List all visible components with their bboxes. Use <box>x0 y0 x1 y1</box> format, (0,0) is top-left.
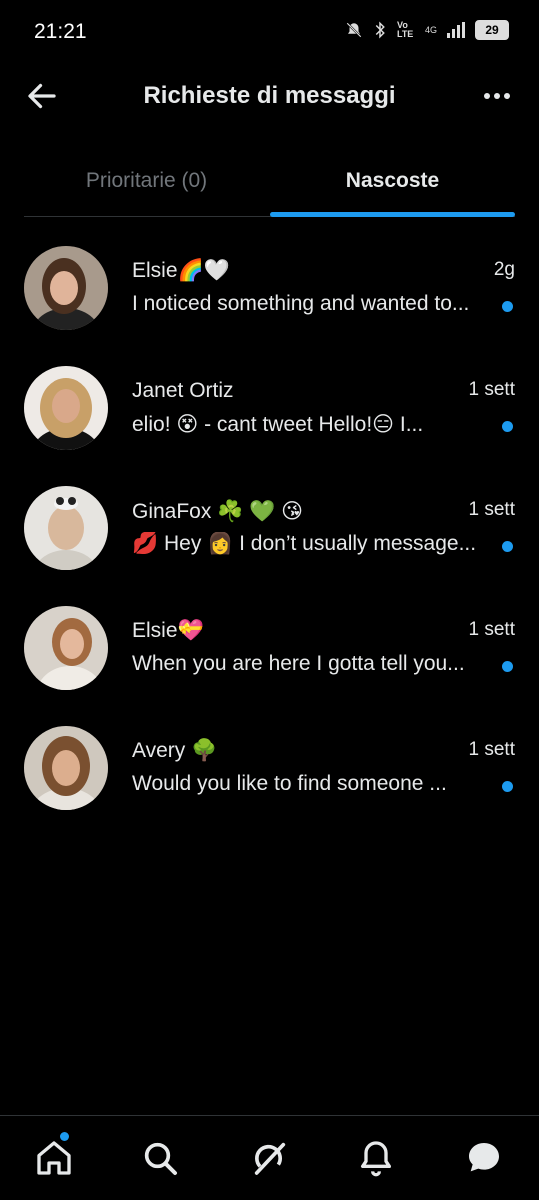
conversation-item[interactable]: Elsie🌈🤍 2g I noticed something and wante… <box>0 228 539 348</box>
conversation-time: 2g <box>493 259 515 280</box>
conversation-preview: Would you like to find someone ... <box>132 772 447 795</box>
volte-label: Vo LTE <box>396 20 414 39</box>
conversation-time: 1 sett <box>468 739 515 760</box>
conversation-preview: I noticed something and wanted to... <box>132 292 470 315</box>
conversation-name: Janet Ortiz <box>132 379 234 402</box>
conversation-name: Elsie🌈🤍 <box>132 259 230 282</box>
conversation-preview: When you are here I gotta tell you... <box>132 652 465 675</box>
grok-icon <box>254 1142 286 1175</box>
avatar[interactable] <box>24 486 108 570</box>
nav-grok[interactable] <box>250 1138 290 1178</box>
conversation-time: 1 sett <box>468 379 515 400</box>
avatar[interactable] <box>24 606 108 690</box>
tab-indicator <box>270 212 515 217</box>
tab-bar: Prioritarie (0) Nascoste <box>24 148 515 217</box>
nav-search[interactable] <box>140 1138 180 1178</box>
conversation-name: GinaFox ☘️ 💚 😘 <box>132 500 304 523</box>
unread-dot <box>502 421 513 432</box>
avatar[interactable] <box>24 246 108 330</box>
bell-icon <box>361 1141 391 1177</box>
mute-icon <box>346 22 362 38</box>
conversation-time: 1 sett <box>468 619 515 640</box>
tab-nascoste[interactable]: Nascoste <box>270 148 515 214</box>
header: Richieste di messaggi <box>0 62 539 132</box>
signal-icon <box>447 22 465 38</box>
unread-dot <box>502 661 513 672</box>
messages-icon <box>469 1143 499 1172</box>
search-icon <box>144 1142 177 1175</box>
page-title: Richieste di messaggi <box>143 82 396 109</box>
avatar[interactable] <box>24 366 108 450</box>
status-bar: 21:21 Vo LTE 4G 29 <box>0 0 539 62</box>
conversation-list: Elsie🌈🤍 2g I noticed something and wante… <box>0 228 539 828</box>
home-badge <box>60 1132 69 1141</box>
conversation-name: Elsie💝 <box>132 619 204 642</box>
avatar[interactable] <box>24 726 108 810</box>
bluetooth-icon <box>375 21 385 39</box>
home-icon <box>37 1141 71 1175</box>
nav-messages[interactable] <box>464 1138 504 1178</box>
bottom-nav <box>0 1115 539 1200</box>
conversation-item[interactable]: Janet Ortiz 1 sett elio! 😵 - cant tweet … <box>0 348 539 468</box>
battery-icon: 29 <box>475 20 509 40</box>
conversation-name: Avery 🌳 <box>132 739 218 762</box>
more-horizontal-icon <box>484 93 510 99</box>
conversation-item[interactable]: Elsie💝 1 sett When you are here I gotta … <box>0 588 539 708</box>
status-time: 21:21 <box>34 20 87 43</box>
tab-prioritarie[interactable]: Prioritarie (0) <box>24 148 269 214</box>
unread-dot <box>502 541 513 552</box>
more-button[interactable] <box>479 80 515 112</box>
conversation-preview: elio! 😵 - cant tweet Hello!😑 I... <box>132 413 424 436</box>
conversation-preview: 💋 Hey 👩 I don’t usually message... <box>132 532 477 555</box>
nav-notifications[interactable] <box>356 1138 396 1178</box>
status-icons: Vo LTE 4G 29 <box>345 20 509 40</box>
unread-dot <box>502 781 513 792</box>
conversation-time: 1 sett <box>468 499 515 520</box>
conversation-item[interactable]: Avery 🌳 1 sett Would you like to find so… <box>0 708 539 828</box>
network-label: 4G <box>424 25 437 35</box>
unread-dot <box>502 301 513 312</box>
nav-home[interactable] <box>34 1132 74 1178</box>
conversation-item[interactable]: GinaFox ☘️ 💚 😘 1 sett 💋 Hey 👩 I don’t us… <box>0 468 539 588</box>
